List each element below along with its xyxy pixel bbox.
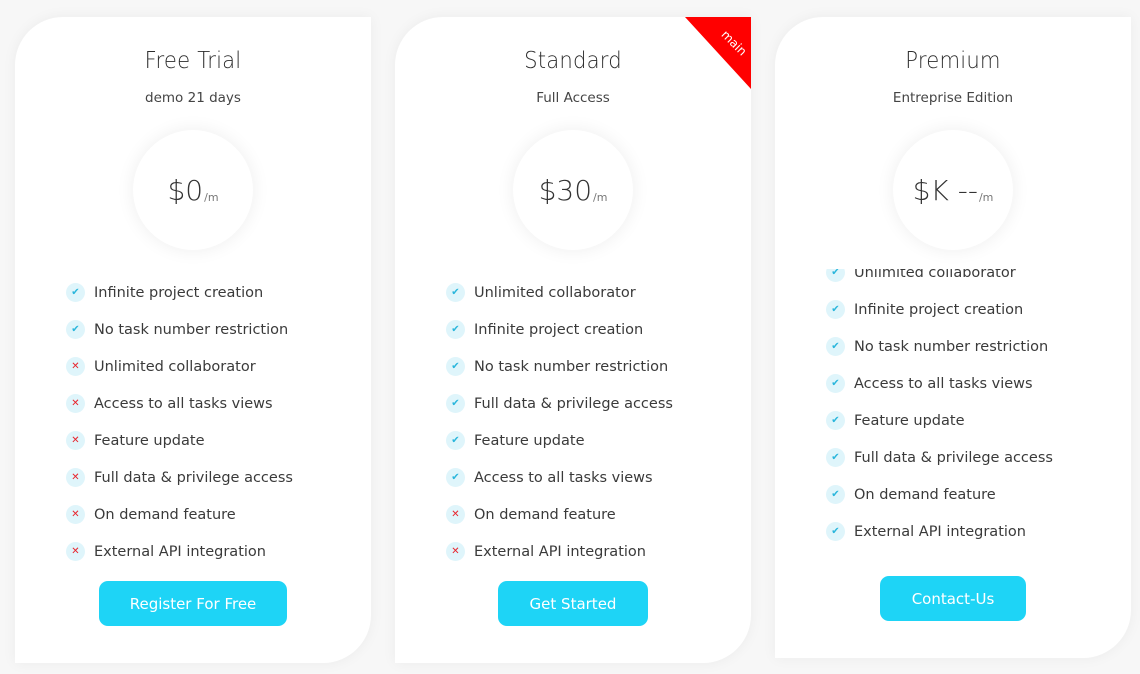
feature-item: ✔ Feature update — [826, 402, 1053, 439]
cross-icon: ✕ — [66, 542, 85, 561]
cross-icon: ✕ — [66, 468, 85, 487]
price-period: /m — [978, 190, 994, 204]
get-started-button[interactable]: Get Started — [498, 581, 648, 626]
feature-item: ✔ Unlimited collaborator — [446, 274, 673, 311]
cross-icon: ✕ — [446, 542, 465, 561]
feature-label: Full data & privilege access — [474, 395, 673, 412]
feature-label: Unlimited collaborator — [854, 269, 1016, 281]
feature-item: ✕ On demand feature — [66, 496, 293, 533]
check-icon: ✔ — [446, 283, 465, 302]
price-amount: $30 — [538, 173, 593, 207]
feature-item: ✔ Full data & privilege access — [446, 385, 673, 422]
feature-item: ✕ Access to all tasks views — [66, 385, 293, 422]
feature-label: External API integration — [94, 543, 266, 560]
plan-subtitle: Full Access — [536, 90, 610, 106]
plan-title: Standard — [524, 48, 622, 74]
feature-label: On demand feature — [94, 506, 236, 523]
feature-item: ✔ Access to all tasks views — [446, 459, 673, 496]
feature-item: ✔ Infinite project creation — [66, 274, 293, 311]
feature-item: ✔ Infinite project creation — [826, 291, 1053, 328]
pricing-card-standard: main Standard Full Access $30 /m ✔ Unlimi… — [395, 17, 751, 663]
feature-label: Access to all tasks views — [854, 375, 1033, 392]
feature-item: ✔ Access to all tasks views — [826, 365, 1053, 402]
feature-label: Unlimited collaborator — [474, 284, 636, 301]
feature-item: ✔ No task number restriction — [826, 328, 1053, 365]
price-amount: $K -- — [912, 173, 978, 207]
feature-item: ✕ External API integration — [446, 533, 673, 570]
pricing-card-free-trial: Free Trial demo 21 days $0 /m ✔ Infinite … — [15, 17, 371, 663]
feature-label: No task number restriction — [474, 358, 669, 375]
check-icon: ✔ — [446, 394, 465, 413]
plan-title: Free Trial — [144, 48, 242, 74]
feature-label: Infinite project creation — [854, 301, 1024, 318]
check-icon: ✔ — [66, 320, 85, 339]
cross-icon: ✕ — [66, 431, 85, 450]
feature-label: External API integration — [854, 523, 1026, 540]
feature-item: ✕ Unlimited collaborator — [66, 348, 293, 385]
cross-icon: ✕ — [446, 505, 465, 524]
check-icon: ✔ — [446, 320, 465, 339]
feature-label: On demand feature — [854, 486, 996, 503]
register-for-free-button[interactable]: Register For Free — [99, 581, 287, 626]
feature-item: ✕ On demand feature — [446, 496, 673, 533]
feature-item: ✕ Feature update — [66, 422, 293, 459]
check-icon: ✔ — [446, 468, 465, 487]
check-icon: ✔ — [826, 522, 845, 541]
feature-item: ✕ Full data & privilege access — [66, 459, 293, 496]
feature-label: Access to all tasks views — [474, 469, 653, 486]
feature-item: ✔ External API integration — [826, 513, 1053, 550]
feature-item: ✔ Unlimited collaborator — [826, 269, 1053, 291]
feature-item: ✔ Full data & privilege access — [826, 439, 1053, 476]
feature-label: Unlimited collaborator — [94, 358, 256, 375]
cross-icon: ✕ — [66, 394, 85, 413]
feature-label: Feature update — [94, 432, 205, 449]
feature-item: ✔ On demand feature — [826, 476, 1053, 513]
price-circle: $K -- /m — [893, 130, 1013, 250]
check-icon: ✔ — [826, 448, 845, 467]
feature-item: ✕ External API integration — [66, 533, 293, 570]
feature-label: Feature update — [854, 412, 965, 429]
price-circle: $0 /m — [133, 130, 253, 250]
price-period: /m — [204, 190, 219, 204]
feature-label: Infinite project creation — [94, 284, 264, 301]
feature-label: External API integration — [474, 543, 646, 560]
feature-label: Infinite project creation — [474, 321, 644, 338]
plan-subtitle: demo 21 days — [145, 90, 241, 106]
pricing-card-premium: Premium Entreprise Edition $K -- /m ✔ Unl… — [775, 17, 1131, 658]
check-icon: ✔ — [826, 485, 845, 504]
check-icon: ✔ — [446, 357, 465, 376]
feature-label: Full data & privilege access — [94, 469, 293, 486]
feature-item: ✔ Feature update — [446, 422, 673, 459]
feature-item: ✔ No task number restriction — [66, 311, 293, 348]
price-amount: $0 — [167, 173, 204, 207]
feature-label: No task number restriction — [854, 338, 1049, 355]
check-icon: ✔ — [826, 411, 845, 430]
feature-item: ✔ No task number restriction — [446, 348, 673, 385]
check-icon: ✔ — [826, 300, 845, 319]
price-circle: $30 /m — [513, 130, 633, 250]
check-icon: ✔ — [446, 431, 465, 450]
feature-item: ✔ Infinite project creation — [446, 311, 673, 348]
check-icon: ✔ — [66, 283, 85, 302]
plan-title: Premium — [905, 48, 1001, 74]
feature-list: ✔ Unlimited collaborator ✔ Infinite project… — [446, 274, 673, 570]
feature-label: No task number restriction — [94, 321, 289, 338]
feature-label: Access to all tasks views — [94, 395, 273, 412]
contact-us-button[interactable]: Contact-Us — [880, 576, 1026, 621]
feature-list-scroll-area[interactable]: ✔ Unlimited collaborator ✔ Infinite project… — [775, 269, 1131, 559]
cross-icon: ✕ — [66, 505, 85, 524]
feature-label: Feature update — [474, 432, 585, 449]
price-period: /m — [593, 190, 608, 204]
feature-label: On demand feature — [474, 506, 616, 523]
check-icon: ✔ — [826, 337, 845, 356]
cross-icon: ✕ — [66, 357, 85, 376]
feature-list: ✔ Unlimited collaborator ✔ Infinite project… — [826, 269, 1053, 550]
check-icon: ✔ — [826, 269, 845, 282]
plan-subtitle: Entreprise Edition — [892, 90, 1014, 106]
feature-list: ✔ Infinite project creation ✔ No task numbe… — [66, 274, 293, 570]
feature-label: Full data & privilege access — [854, 449, 1053, 466]
check-icon: ✔ — [826, 374, 845, 393]
